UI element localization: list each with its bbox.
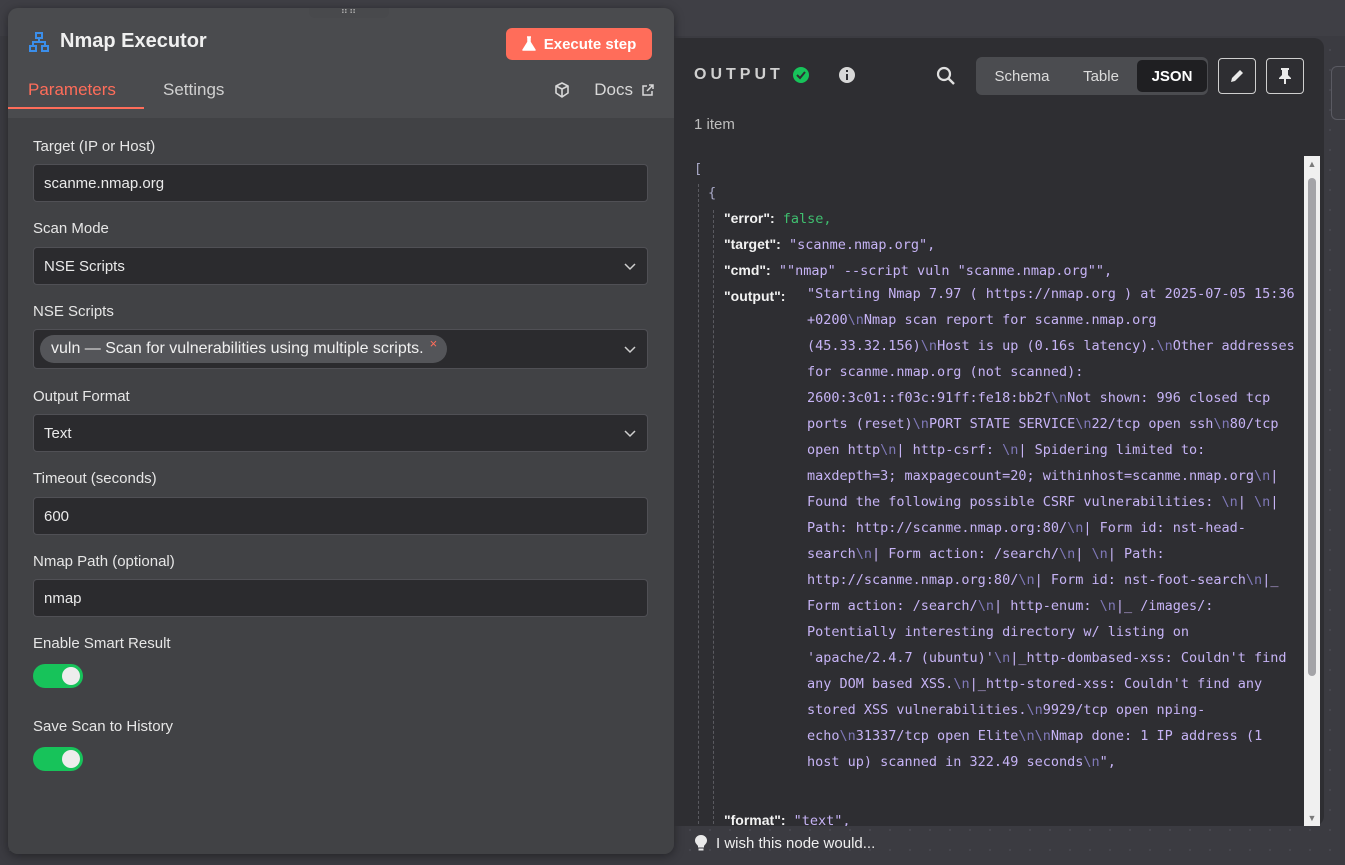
info-icon[interactable] — [838, 66, 856, 84]
nmap-path-label: Nmap Path (optional) — [33, 553, 175, 570]
node-title: Nmap Executor — [28, 30, 207, 53]
smart-result-label: Enable Smart Result — [33, 635, 171, 652]
feedback-link[interactable]: I wish this node would... — [674, 826, 1324, 860]
tab-json[interactable]: JSON — [1137, 60, 1207, 92]
json-key: "target": — [724, 236, 781, 252]
json-value: ""nmap" --script vuln "scanme.nmap.org""… — [778, 263, 1113, 279]
save-history-toggle[interactable] — [33, 747, 83, 771]
external-link-icon — [642, 83, 654, 96]
execute-step-label: Execute step — [543, 35, 637, 53]
scan-mode-label: Scan Mode — [33, 220, 109, 237]
search-icon[interactable] — [936, 66, 956, 86]
json-value-output: "Starting Nmap 7.97 ( https://nmap.org )… — [807, 286, 1295, 770]
scroll-thumb[interactable] — [1308, 178, 1316, 676]
node-title-text: Nmap Executor — [60, 30, 207, 52]
output-title: OUTPUT — [694, 66, 810, 84]
view-mode-toggle: Schema Table JSON — [976, 57, 1208, 95]
canvas-side-control[interactable] — [1331, 66, 1345, 120]
json-row-output: "output": — [724, 283, 785, 310]
json-key: "error": — [724, 210, 775, 226]
check-circle-icon — [792, 67, 809, 83]
nse-scripts-select[interactable]: vuln — Scan for vulnerabilities using mu… — [33, 329, 648, 369]
json-indent-guide — [713, 210, 714, 826]
toggle-knob — [62, 667, 80, 685]
json-open-brace: { — [708, 185, 717, 201]
output-panel: OUTPUT Schema Table JSON 1 item [ {"err… — [674, 38, 1324, 826]
chevron-down-icon — [624, 346, 636, 354]
chevron-down-icon — [624, 263, 636, 271]
execute-step-button[interactable]: Execute step — [506, 28, 652, 60]
edit-output-button[interactable] — [1218, 58, 1256, 94]
scan-mode-select[interactable]: NSE Scripts — [33, 247, 648, 285]
nse-script-chip-label: vuln — Scan for vulnerabilities using mu… — [51, 340, 424, 357]
json-value: false, — [782, 211, 832, 227]
tab-schema[interactable]: Schema — [979, 60, 1065, 92]
cube-icon — [555, 82, 570, 98]
json-row-cmd: "cmd": ""nmap" --script vuln "scanme.nma… — [724, 257, 1112, 284]
docs-label: Docs — [594, 80, 633, 99]
json-value: "text", — [793, 813, 851, 826]
output-format-select[interactable]: Text — [33, 414, 648, 452]
json-row-error: "error": false, — [724, 205, 832, 232]
network-icon — [29, 31, 49, 52]
remove-chip-icon[interactable]: × — [430, 337, 438, 350]
json-value: "scanme.nmap.org", — [788, 237, 936, 253]
save-history-label: Save Scan to History — [33, 718, 174, 735]
pin-icon — [1279, 68, 1291, 84]
json-key: "format": — [724, 812, 786, 826]
output-title-text: OUTPUT — [694, 66, 784, 83]
chevron-down-icon — [624, 430, 636, 438]
item-count: 1 item — [694, 116, 735, 133]
json-scrollbar[interactable]: ▲ ▼ — [1304, 156, 1320, 826]
scroll-down-icon[interactable]: ▼ — [1306, 813, 1318, 823]
json-key: "cmd": — [724, 262, 771, 278]
nmap-path-input[interactable]: nmap — [33, 579, 648, 617]
nse-scripts-label: NSE Scripts — [33, 303, 114, 320]
toggle-knob — [62, 750, 80, 768]
output-format-value: Text — [44, 424, 72, 442]
docs-link[interactable]: Docs — [554, 80, 654, 100]
target-input[interactable]: scanme.nmap.org — [33, 164, 648, 202]
json-row-format: "format": "text", — [724, 807, 851, 826]
target-label: Target (IP or Host) — [33, 138, 156, 155]
json-indent-guide — [698, 184, 699, 826]
timeout-input[interactable]: 600 — [33, 497, 648, 535]
timeout-label: Timeout (seconds) — [33, 470, 157, 487]
json-output-view: [ { "error": false, "target": "scanme.nm… — [694, 156, 1304, 826]
nse-script-chip: vuln — Scan for vulnerabilities using mu… — [40, 335, 448, 363]
tab-parameters[interactable]: Parameters — [28, 80, 116, 100]
smart-result-toggle[interactable] — [33, 664, 83, 688]
tab-table[interactable]: Table — [1065, 60, 1137, 92]
output-format-label: Output Format — [33, 388, 130, 405]
tab-settings[interactable]: Settings — [163, 80, 224, 100]
scan-mode-value: NSE Scripts — [44, 257, 125, 275]
parameters-panel: Nmap Executor Execute step Parameters Se… — [8, 8, 674, 854]
scroll-up-icon[interactable]: ▲ — [1306, 159, 1318, 169]
json-open-bracket: [ — [694, 161, 703, 177]
panel-drag-handle[interactable]: ⠿⠿ — [309, 8, 389, 18]
feedback-label: I wish this node would... — [716, 834, 876, 852]
active-tab-indicator — [8, 107, 144, 109]
parameters-form: Target (IP or Host) scanme.nmap.org Scan… — [8, 118, 674, 854]
json-key: "output": — [724, 288, 786, 304]
pencil-icon — [1231, 70, 1243, 82]
json-row-target: "target": "scanme.nmap.org", — [724, 231, 935, 258]
node-header: Nmap Executor Execute step Parameters Se… — [8, 8, 674, 118]
lightbulb-icon — [695, 835, 707, 851]
pin-data-button[interactable] — [1266, 58, 1304, 94]
flask-icon — [521, 36, 536, 51]
